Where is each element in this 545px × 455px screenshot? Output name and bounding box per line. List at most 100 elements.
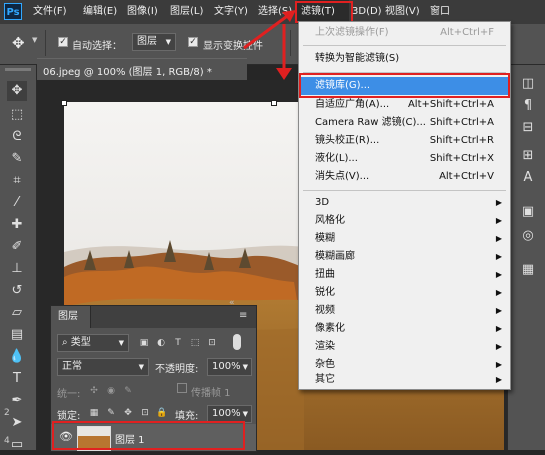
collapse-icon[interactable]: « bbox=[229, 298, 235, 308]
auto-select-target-select[interactable]: 图层 ▼ bbox=[132, 33, 176, 51]
menu-item-other[interactable]: 其它 ▶ bbox=[299, 371, 510, 389]
propagate-frame-checkbox[interactable] bbox=[177, 383, 187, 393]
channels-icon[interactable]: ◎ bbox=[518, 227, 538, 245]
unify-style-icon[interactable]: ✎ bbox=[121, 384, 135, 398]
lasso-icon[interactable]: ᘓ bbox=[7, 127, 27, 147]
menu-item-camera-raw[interactable]: Camera Raw 滤镜(C)... Shift+Ctrl+A bbox=[299, 114, 510, 132]
tools-panel: ✥ ⬚ ᘓ ✎ ⌗ ⁄ ✚ ✐ ⊥ ↺ ▱ ▤ 💧 T ✒ ➤ ▭ bbox=[0, 65, 37, 452]
menu-item-liquify[interactable]: 液化(L)... Shift+Ctrl+X bbox=[299, 150, 510, 168]
submenu-arrow-icon: ▶ bbox=[495, 198, 502, 207]
character-icon[interactable]: A bbox=[518, 169, 538, 187]
submenu-arrow-icon: ▶ bbox=[495, 306, 502, 315]
opacity-value: 100% bbox=[212, 361, 241, 372]
unify-visibility-icon[interactable]: ◉ bbox=[104, 384, 118, 398]
chevron-down-icon: ▼ bbox=[165, 38, 171, 46]
menu-separator bbox=[303, 45, 506, 46]
blend-mode-select[interactable]: 正常 ▼ bbox=[57, 358, 149, 376]
filter-type-icon[interactable]: T bbox=[171, 336, 185, 350]
menu-item-blur[interactable]: 模糊 ▶ bbox=[299, 230, 510, 248]
unify-label: 统一: bbox=[57, 389, 81, 400]
lock-image-icon[interactable]: ✎ bbox=[104, 406, 118, 420]
submenu-arrow-icon: ▶ bbox=[495, 375, 502, 384]
show-transform-checkbox[interactable]: ✓ bbox=[188, 37, 198, 47]
filter-shape-icon[interactable]: ⬚ bbox=[188, 336, 202, 350]
lock-all-icon[interactable]: 🔒 bbox=[155, 406, 169, 420]
propagate-frame-label: 传播帧 1 bbox=[191, 388, 231, 399]
transform-handle[interactable] bbox=[271, 100, 277, 106]
menu-item-distort[interactable]: 扭曲 ▶ bbox=[299, 266, 510, 284]
chevron-down-icon: ▼ bbox=[118, 339, 124, 347]
menu-item-video[interactable]: 视频 ▶ bbox=[299, 302, 510, 320]
menu-item-vanishing-point[interactable]: 消失点(V)... Alt+Ctrl+V bbox=[299, 168, 510, 186]
gradient-icon[interactable]: ▤ bbox=[7, 325, 27, 345]
panel-menu-icon[interactable]: ≡ bbox=[239, 310, 247, 321]
document-tab[interactable]: 06.jpeg @ 100% (图层 1, RGB/8) * bbox=[37, 58, 247, 81]
annotation-arrows bbox=[243, 10, 296, 80]
move-tool-icon[interactable]: ✥ bbox=[12, 33, 32, 53]
chevron-down-icon[interactable]: ▼ bbox=[32, 36, 37, 44]
layers-icon[interactable]: ▣ bbox=[518, 203, 538, 221]
lock-label: 锁定: bbox=[57, 411, 81, 422]
type-icon[interactable]: T bbox=[7, 369, 27, 389]
eyedropper-icon[interactable]: ⁄ bbox=[7, 193, 27, 213]
right-dock: ◫ ¶ ⊟ ⊞ A ▣ ◎ ▦ bbox=[507, 65, 545, 450]
menu-item-render[interactable]: 渲染 ▶ bbox=[299, 338, 510, 356]
submenu-arrow-icon: ▶ bbox=[495, 324, 502, 333]
submenu-arrow-icon: ▶ bbox=[495, 342, 502, 351]
brush-icon[interactable]: ✐ bbox=[7, 237, 27, 257]
submenu-arrow-icon: ▶ bbox=[495, 270, 502, 279]
layer-filter-value: 类型 bbox=[70, 337, 91, 348]
filter-pixel-icon[interactable]: ▣ bbox=[137, 336, 151, 350]
swatches-icon[interactable]: ▦ bbox=[518, 261, 538, 279]
paragraph-icon[interactable]: ¶ bbox=[518, 97, 538, 115]
menu-layer[interactable]: 图层(L) bbox=[170, 0, 203, 24]
submenu-arrow-icon: ▶ bbox=[495, 288, 502, 297]
healing-brush-icon[interactable]: ✚ bbox=[7, 215, 27, 235]
menu-item-stylize[interactable]: 风格化 ▶ bbox=[299, 212, 510, 230]
auto-select-checkbox[interactable]: ✓ bbox=[58, 37, 68, 47]
arrow-head-icon bbox=[276, 68, 292, 80]
menu-item-sharpen[interactable]: 锐化 ▶ bbox=[299, 284, 510, 302]
pen-icon[interactable]: ✒ bbox=[7, 391, 27, 411]
properties-icon[interactable]: ⊟ bbox=[518, 119, 538, 137]
blend-mode-value: 正常 bbox=[62, 361, 82, 372]
tab-layers[interactable]: 图层 bbox=[51, 306, 91, 328]
unify-position-icon[interactable]: ✣ bbox=[87, 384, 101, 398]
menu-item-3d[interactable]: 3D ▶ bbox=[299, 194, 510, 212]
layer-filter-select[interactable]: ⌕ 类型 ▼ bbox=[57, 334, 129, 352]
menu-item-last-filter[interactable]: 上次滤镜操作(F) Alt+Ctrl+F bbox=[299, 24, 510, 42]
eraser-icon[interactable]: ▱ bbox=[7, 303, 27, 323]
chevron-down-icon: ▼ bbox=[242, 410, 248, 418]
adjustments-icon[interactable]: ⊞ bbox=[518, 147, 538, 165]
submenu-arrow-icon: ▶ bbox=[495, 234, 502, 243]
menu-image[interactable]: 图像(I) bbox=[127, 0, 158, 24]
filter-toggle[interactable] bbox=[233, 334, 241, 350]
lock-artboard-icon[interactable]: ⊡ bbox=[138, 406, 152, 420]
opacity-input[interactable]: 100% ▼ bbox=[207, 358, 252, 376]
menu-item-lens-correction[interactable]: 镜头校正(R)... Shift+Ctrl+R bbox=[299, 132, 510, 150]
quick-select-icon[interactable]: ✎ bbox=[7, 149, 27, 169]
path-select-icon[interactable]: ➤ bbox=[7, 413, 27, 433]
menu-item-convert-smart-filter[interactable]: 转换为智能滤镜(S) bbox=[299, 50, 510, 68]
clone-stamp-icon[interactable]: ⊥ bbox=[7, 259, 27, 279]
layer-row-annotation bbox=[52, 421, 245, 450]
filter-smart-object-icon[interactable]: ⊡ bbox=[205, 336, 219, 350]
menu-item-pixelate[interactable]: 像素化 ▶ bbox=[299, 320, 510, 338]
blur-icon[interactable]: 💧 bbox=[7, 347, 27, 367]
crop-icon[interactable]: ⌗ bbox=[7, 171, 27, 191]
marquee-icon[interactable]: ⬚ bbox=[7, 105, 27, 125]
lock-transparent-icon[interactable]: ▦ bbox=[87, 406, 101, 420]
transform-handle[interactable] bbox=[61, 100, 67, 106]
shape-icon[interactable]: ▭ bbox=[7, 435, 27, 455]
submenu-arrow-icon: ▶ bbox=[495, 252, 502, 261]
lock-position-icon[interactable]: ✥ bbox=[121, 406, 135, 420]
panel-grip[interactable] bbox=[5, 68, 31, 71]
filter-adjustment-icon[interactable]: ◐ bbox=[154, 336, 168, 350]
menu-item-adaptive-wide-angle[interactable]: 自适应广角(A)... Alt+Shift+Ctrl+A bbox=[299, 96, 510, 114]
move-icon[interactable]: ✥ bbox=[7, 81, 27, 101]
history-icon[interactable]: ◫ bbox=[518, 75, 538, 93]
menu-edit[interactable]: 编辑(E) bbox=[83, 0, 117, 24]
history-brush-icon[interactable]: ↺ bbox=[7, 281, 27, 301]
menu-file[interactable]: 文件(F) bbox=[33, 0, 67, 24]
menu-item-blur-gallery[interactable]: 模糊画廊 ▶ bbox=[299, 248, 510, 266]
